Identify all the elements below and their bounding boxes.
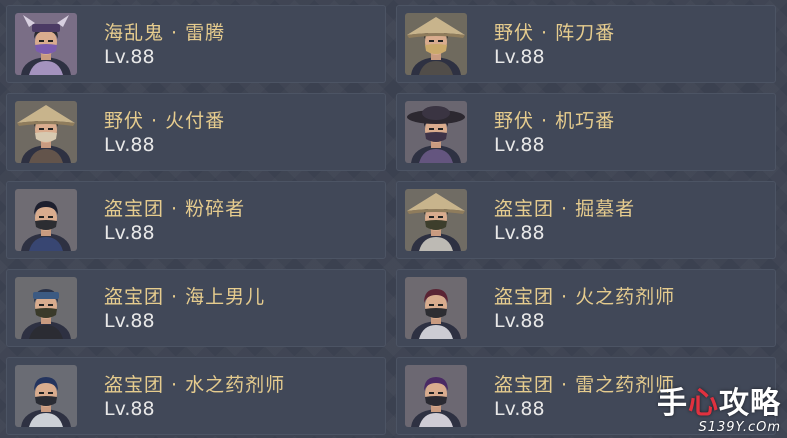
watermark-url: S139Y.cOm — [698, 420, 781, 435]
enemy-name: 盗宝团 · 火之药剂师 — [494, 286, 676, 308]
enemy-card[interactable]: 盗宝团 · 粉碎者 Lv.88 — [6, 181, 386, 259]
watermark-heart: 心 — [688, 386, 719, 421]
enemy-name: 盗宝团 · 掘墓者 — [494, 198, 636, 220]
enemy-card[interactable]: 野伏 · 阵刀番 Lv.88 — [396, 5, 776, 83]
enemy-level: Lv.88 — [494, 222, 545, 244]
enemy-portrait — [15, 101, 77, 163]
enemy-grid: 海乱鬼 · 雷腾 Lv.88 野伏 · 阵刀番 Lv.88 野伏 · 火付番 L… — [6, 5, 781, 435]
enemy-level: Lv.88 — [494, 310, 545, 332]
enemy-avatar-icon — [407, 17, 465, 75]
enemy-portrait — [15, 365, 77, 427]
enemy-name: 盗宝团 · 粉碎者 — [104, 198, 246, 220]
enemy-name: 海乱鬼 · 雷腾 — [104, 22, 226, 44]
enemy-card[interactable]: 海乱鬼 · 雷腾 Lv.88 — [6, 5, 386, 83]
enemy-portrait — [15, 189, 77, 251]
enemy-card[interactable]: 盗宝团 · 海上男儿 Lv.88 — [6, 269, 386, 347]
enemy-name: 盗宝团 · 雷之药剂师 — [494, 374, 676, 396]
enemy-avatar-icon — [407, 106, 465, 163]
enemy-card[interactable]: 盗宝团 · 掘墓者 Lv.88 — [396, 181, 776, 259]
enemy-avatar-icon — [17, 105, 75, 163]
enemy-portrait — [405, 277, 467, 339]
enemy-avatar-icon — [21, 377, 71, 427]
enemy-name: 盗宝团 · 水之药剂师 — [104, 374, 286, 396]
enemy-portrait — [405, 13, 467, 75]
enemy-avatar-icon — [411, 377, 461, 427]
watermark-text: 手 — [657, 386, 688, 421]
enemy-portrait — [405, 365, 467, 427]
enemy-level: Lv.88 — [104, 134, 155, 156]
enemy-level: Lv.88 — [104, 46, 155, 68]
enemy-name: 野伏 · 火付番 — [104, 110, 226, 132]
enemy-level: Lv.88 — [494, 134, 545, 156]
enemy-portrait — [15, 13, 77, 75]
watermark-logo: 手心攻略 — [657, 389, 781, 419]
enemy-level: Lv.88 — [494, 46, 545, 68]
enemy-name: 盗宝团 · 海上男儿 — [104, 286, 266, 308]
enemy-avatar-icon — [21, 201, 71, 251]
enemy-level: Lv.88 — [104, 222, 155, 244]
enemy-card[interactable]: 野伏 · 机巧番 Lv.88 — [396, 93, 776, 171]
enemy-avatar-icon — [21, 289, 71, 339]
enemy-avatar-icon — [21, 15, 71, 75]
enemy-card[interactable]: 盗宝团 · 火之药剂师 Lv.88 — [396, 269, 776, 347]
enemy-portrait — [405, 189, 467, 251]
enemy-portrait — [15, 277, 77, 339]
enemy-level: Lv.88 — [494, 398, 545, 420]
watermark-text: 攻略 — [719, 386, 781, 421]
enemy-card[interactable]: 盗宝团 · 水之药剂师 Lv.88 — [6, 357, 386, 435]
enemy-avatar-icon — [407, 193, 465, 251]
enemy-avatar-icon — [411, 289, 461, 339]
enemy-card[interactable]: 野伏 · 火付番 Lv.88 — [6, 93, 386, 171]
enemy-name: 野伏 · 阵刀番 — [494, 22, 616, 44]
enemy-name: 野伏 · 机巧番 — [494, 110, 616, 132]
enemy-level: Lv.88 — [104, 398, 155, 420]
enemy-level: Lv.88 — [104, 310, 155, 332]
site-watermark: 手心攻略 S139Y.cOm — [657, 389, 781, 435]
enemy-portrait — [405, 101, 467, 163]
